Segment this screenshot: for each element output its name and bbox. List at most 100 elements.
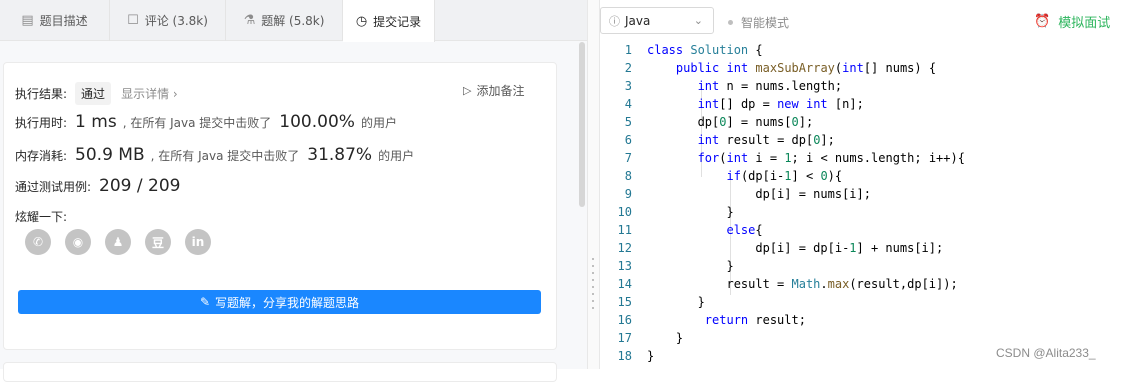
- line-number: 7: [624, 151, 632, 165]
- flag-icon: ▷: [463, 84, 472, 97]
- show-details-link[interactable]: 显示详情 ›: [121, 85, 178, 102]
- smart-mode-toggle[interactable]: 智能模式: [728, 14, 789, 31]
- code-line[interactable]: 3 int n = nums.length;: [600, 77, 1130, 95]
- line-number: 17: [617, 331, 632, 345]
- share-row: 炫耀一下:: [15, 208, 67, 225]
- code-line[interactable]: 13 }: [600, 257, 1130, 275]
- code-line[interactable]: 1 class Solution {: [600, 41, 1130, 59]
- tab-bar: ▤ 题目描述 ☐ 评论 (3.8k) ⚗ 题解 (5.8k) ◷ 提交记录: [0, 0, 587, 42]
- line-number: 14: [617, 277, 632, 291]
- code-line[interactable]: 10 }: [600, 203, 1130, 221]
- clock-icon: ◷: [355, 13, 368, 29]
- code-line[interactable]: 16 return result;: [600, 311, 1130, 329]
- code-line[interactable]: 7 for(int i = 1; i < nums.length; i++){: [600, 149, 1130, 167]
- memory-text: , 在所有 Java 提交中击败了: [150, 149, 300, 163]
- code-line[interactable]: 8 if(dp[i-1] < 0){: [600, 167, 1130, 185]
- runtime-text: , 在所有 Java 提交中击败了: [122, 116, 272, 130]
- code-text: int result = dp[0];: [697, 133, 835, 147]
- tests-row: 通过测试用例: 209 / 209: [15, 176, 186, 196]
- code-text: }: [647, 349, 655, 363]
- write-solution-label: 写题解，分享我的解题思路: [215, 295, 360, 310]
- alarm-clock-icon: ⏰: [1034, 14, 1051, 29]
- line-number: 4: [624, 97, 632, 111]
- runtime-value: 1 ms: [75, 112, 117, 132]
- qq-icon[interactable]: ♟: [105, 229, 131, 255]
- description-icon: ▤: [21, 13, 34, 28]
- wechat-icon[interactable]: ✆: [25, 229, 51, 255]
- memory-row: 内存消耗: 50.9 MB , 在所有 Java 提交中击败了 31.87% 的…: [15, 145, 414, 165]
- add-note-label: 添加备注: [476, 84, 525, 98]
- pencil-icon: ✎: [199, 295, 211, 309]
- share-label: 炫耀一下:: [15, 210, 68, 224]
- line-number: 2: [624, 61, 632, 75]
- code-line[interactable]: 5 dp[0] = nums[0];: [600, 113, 1130, 131]
- code-text: int n = nums.length;: [697, 79, 843, 93]
- left-scrollbar[interactable]: [579, 42, 585, 207]
- code-text: dp[0] = nums[0];: [647, 115, 814, 129]
- dot-icon: [728, 20, 733, 25]
- code-text: dp[i] = nums[i];: [647, 187, 871, 201]
- line-number: 9: [624, 187, 632, 201]
- code-text: result = Math.max(result,dp[i]);: [647, 277, 958, 291]
- tab-label: 题目描述: [39, 14, 88, 28]
- code-line[interactable]: 11 else{: [600, 221, 1130, 239]
- watermark: CSDN @Alita233_: [996, 346, 1096, 360]
- language-label: Java: [625, 13, 651, 28]
- code-line[interactable]: 12 dp[i] = dp[i-1] + nums[i];: [600, 239, 1130, 257]
- code-text: else{: [726, 223, 763, 237]
- line-number: 18: [617, 349, 632, 363]
- code-text: public int maxSubArray(int[] nums) {: [675, 61, 937, 75]
- code-line[interactable]: 4 int[] dp = new int [n];: [600, 95, 1130, 113]
- weibo-icon[interactable]: ◉: [65, 229, 91, 255]
- add-note-button[interactable]: ▷ 添加备注: [463, 82, 524, 99]
- runtime-row: 执行用时: 1 ms , 在所有 Java 提交中击败了 100.00% 的用户: [15, 112, 397, 132]
- code-line[interactable]: 6 int result = dp[0];: [600, 131, 1130, 149]
- line-number: 5: [624, 115, 632, 129]
- status-badge: 通过: [75, 82, 112, 105]
- tab-comments[interactable]: ☐ 评论 (3.8k): [110, 0, 226, 41]
- tab-description[interactable]: ▤ 题目描述: [0, 0, 110, 41]
- tests-label: 通过测试用例:: [15, 180, 92, 194]
- memory-value: 50.9 MB: [75, 145, 145, 165]
- chevron-down-icon: ⌄: [693, 14, 703, 27]
- line-number: 6: [624, 133, 632, 147]
- tab-solutions[interactable]: ⚗ 题解 (5.8k): [226, 0, 343, 41]
- code-text: }: [647, 331, 684, 345]
- code-text: int[] dp = new int [n];: [697, 97, 864, 111]
- line-number: 12: [617, 241, 632, 255]
- tab-label: 评论 (3.8k): [144, 14, 208, 28]
- line-number: 3: [624, 79, 632, 93]
- code-editor[interactable]: 1 class Solution { 2 public int maxSubArra…: [600, 41, 1130, 369]
- line-number: 1: [624, 43, 632, 57]
- code-line[interactable]: 15 }: [600, 293, 1130, 311]
- editor-toolbar: ⓘ Java ⌄ 智能模式 ⏰ 模拟面试: [600, 0, 1130, 41]
- code-text: }: [647, 205, 734, 219]
- code-line[interactable]: 2 public int maxSubArray(int[] nums) {: [600, 59, 1130, 77]
- code-line[interactable]: 17 }: [600, 329, 1130, 347]
- panel-splitter[interactable]: [587, 0, 600, 369]
- left-panel: ▤ 题目描述 ☐ 评论 (3.8k) ⚗ 题解 (5.8k) ◷ 提交记录 执行…: [0, 0, 587, 382]
- code-line[interactable]: 9 dp[i] = nums[i];: [600, 185, 1130, 203]
- code-text: class Solution {: [647, 43, 763, 57]
- mock-interview-button[interactable]: ⏰ 模拟面试: [1034, 12, 1110, 31]
- memory-label: 内存消耗:: [15, 149, 68, 163]
- runtime-suffix: 的用户: [360, 116, 397, 130]
- memory-suffix: 的用户: [378, 149, 415, 163]
- line-number: 8: [624, 169, 632, 183]
- memory-percent: 31.87%: [307, 145, 373, 165]
- mock-interview-label: 模拟面试: [1058, 16, 1111, 31]
- code-line[interactable]: 14 result = Math.max(result,dp[i]);: [600, 275, 1130, 293]
- tests-value: 209 / 209: [99, 176, 181, 196]
- line-number: 15: [617, 295, 632, 309]
- tab-submissions[interactable]: ◷ 提交记录: [343, 0, 435, 42]
- code-text: }: [647, 259, 734, 273]
- line-number: 10: [617, 205, 632, 219]
- result-row: 执行结果: 通过 显示详情 ›: [15, 82, 178, 105]
- language-select[interactable]: ⓘ Java ⌄: [600, 7, 714, 34]
- code-text: return result;: [704, 313, 806, 327]
- douban-icon[interactable]: 豆: [145, 229, 171, 255]
- smart-mode-label: 智能模式: [741, 16, 790, 30]
- result-label: 执行结果:: [15, 87, 68, 101]
- write-solution-button[interactable]: ✎ 写题解，分享我的解题思路: [18, 290, 541, 314]
- linkedin-icon[interactable]: in: [185, 229, 211, 255]
